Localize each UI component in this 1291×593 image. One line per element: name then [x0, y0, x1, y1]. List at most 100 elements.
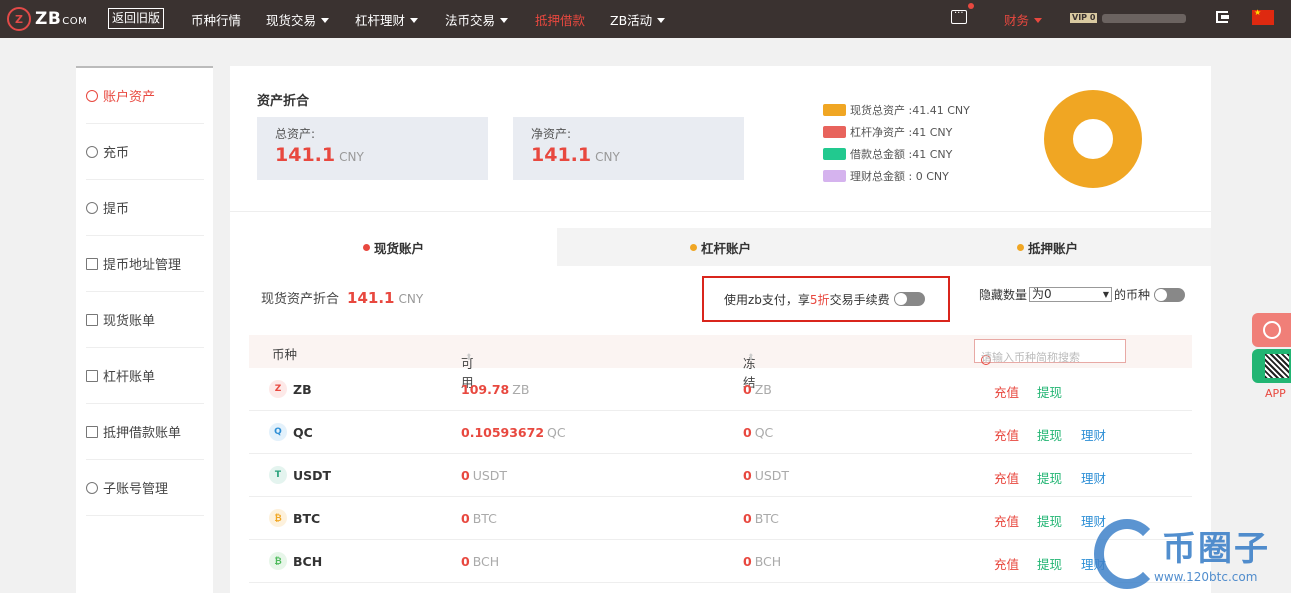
coin-unit: BTC — [754, 511, 779, 526]
withdraw-link[interactable]: 提现 — [1037, 511, 1062, 530]
username-masked[interactable] — [1102, 14, 1186, 23]
watermark-url: www.120btc.com — [1154, 570, 1258, 584]
coin-search-input[interactable]: 请输入币种简称搜索 — [974, 339, 1126, 365]
withdraw-link[interactable]: 提现 — [1037, 382, 1062, 401]
deposit-link[interactable]: 充值 — [994, 425, 1019, 444]
caret-down-icon — [657, 18, 666, 23]
nav-item-market[interactable]: 币种行情 — [191, 10, 241, 29]
zbpay-text-prefix: 使用zb支付，享 — [724, 292, 810, 307]
tab-spot-account[interactable]: 现货账户 — [230, 228, 557, 266]
old-version-button[interactable]: 返回旧版 — [108, 8, 165, 29]
sidebar-item-sub-accounts[interactable]: 子账号管理 — [86, 460, 204, 516]
nav-item-spot-trade[interactable]: 现货交易 — [266, 10, 330, 29]
account-tabs: 现货账户 杠杆账户 抵押账户 — [230, 228, 1211, 266]
sidebar-item-withdraw[interactable]: 提币 — [86, 180, 204, 236]
currency-unit: CNY — [398, 292, 424, 306]
qc-coin-icon: Q — [269, 423, 287, 441]
tab-margin-account[interactable]: 杠杆账户 — [557, 228, 884, 266]
nav-item-label: 法币交易 — [445, 13, 496, 28]
spot-assets-value: 141.1 — [347, 289, 395, 307]
currency-unit: CNY — [339, 150, 364, 164]
frozen-value: 0 — [743, 554, 752, 569]
hide-zero-toggle[interactable] — [1154, 287, 1186, 302]
caret-down-icon — [321, 18, 330, 23]
sidebar-item-margin-bill[interactable]: 杠杆账单 — [86, 348, 204, 404]
withdraw-icon — [86, 201, 98, 214]
legend-item-finance: 理财总金额 : 0 CNY — [823, 165, 970, 187]
withdraw-link[interactable]: 提现 — [1037, 468, 1062, 487]
frozen-value: 0 — [743, 382, 752, 397]
sidebar-item-label: 提币 — [103, 202, 130, 217]
sidebar-item-loan-bill[interactable]: 抵押借款账单 — [86, 404, 204, 460]
available-value: 109.78 — [461, 382, 510, 397]
brand-text: ZB — [35, 9, 62, 29]
table-row: Z ZB 109.78 ZB 0 ZB 充值 提现 — [249, 368, 1192, 411]
caret-down-icon — [500, 18, 509, 23]
available-value: 0 — [461, 511, 470, 526]
watermark: 币圈子 www.120btc.com — [1090, 513, 1290, 593]
deposit-link[interactable]: 充值 — [994, 468, 1019, 487]
account-sidebar: 账户资产 充币 提币 提币地址管理 现货账单 杠杆账单 抵押借款账单 子账号管理 — [76, 66, 213, 593]
sidebar-item-label: 杠杆账单 — [103, 370, 156, 385]
deposit-link[interactable]: 充值 — [994, 554, 1019, 573]
coin-cell: ₿ BCH — [269, 552, 322, 570]
nav-item-collateral-loan[interactable]: 抵押借款 — [535, 10, 585, 29]
tab-dot — [1016, 243, 1024, 251]
tab-label: 现货账户 — [373, 240, 424, 256]
sidebar-item-address-management[interactable]: 提币地址管理 — [86, 236, 204, 292]
frozen-cell: 0 BTC — [743, 511, 779, 526]
qr-code-icon[interactable] — [1252, 349, 1291, 383]
watermark-text: 币圈子 — [1162, 529, 1270, 569]
zbpay-toggle[interactable] — [893, 292, 925, 306]
nav-item-label: 币种行情 — [191, 13, 242, 28]
deposit-link[interactable]: 充值 — [994, 382, 1019, 401]
deposit-link[interactable]: 充值 — [994, 511, 1019, 530]
frozen-cell: 0 ZB — [743, 382, 772, 397]
nav-item-fiat-trade[interactable]: 法币交易 — [445, 10, 509, 29]
legend-swatch — [823, 170, 846, 182]
coin-name: USDT — [293, 467, 332, 483]
bill-icon — [86, 369, 98, 382]
sidebar-item-account-assets[interactable]: 账户资产 — [86, 68, 204, 124]
sidebar-item-deposit[interactable]: 充币 — [86, 124, 204, 180]
finance-link[interactable]: 理财 — [1081, 425, 1106, 444]
bch-coin-icon: ₿ — [269, 552, 287, 570]
nav-item-finance[interactable]: 财务 — [1004, 10, 1043, 29]
message-icon[interactable] — [951, 3, 974, 24]
asset-legend: 现货总资产 :41.41 CNY 杠杆净资产 :41 CNY 借款总金额 :41… — [823, 99, 970, 187]
zb-logo[interactable]: Z ZBCOM — [7, 7, 87, 31]
customer-service-icon[interactable] — [1252, 313, 1291, 347]
finance-link[interactable]: 理财 — [1081, 468, 1106, 487]
usdt-coin-icon: T — [269, 466, 287, 484]
coin-cell: Q QC — [269, 423, 313, 441]
hide-amount-select[interactable]: 为0 — [1029, 287, 1113, 302]
logout-icon[interactable] — [1216, 11, 1229, 23]
caret-down-icon — [1034, 18, 1043, 23]
china-flag-icon[interactable] — [1252, 8, 1274, 25]
nav-item-margin-finance[interactable]: 杠杆理财 — [355, 10, 419, 29]
frozen-cell: 0 USDT — [743, 468, 789, 483]
coin-unit: ZB — [512, 382, 530, 397]
legend-label: 现货总资产 :41.41 CNY — [850, 104, 970, 117]
zb-fee-payment-option: 使用zb支付，享 5折 交易手续费 — [702, 276, 950, 322]
nav-item-zb-events[interactable]: ZB活动 — [610, 10, 666, 29]
sidebar-item-spot-bill[interactable]: 现货账单 — [86, 292, 204, 348]
zb-logo-icon: Z — [7, 7, 31, 31]
hide-label: 隐藏数量 — [979, 288, 1028, 302]
search-placeholder: 请输入币种简称搜索 — [981, 351, 1080, 364]
legend-swatch — [823, 104, 846, 116]
sub-account-icon — [86, 481, 98, 494]
coin-unit: BCH — [754, 554, 782, 569]
available-value: 0 — [461, 468, 470, 483]
tab-collateral-account[interactable]: 抵押账户 — [884, 228, 1211, 266]
coin-unit: QC — [754, 425, 774, 440]
withdraw-link[interactable]: 提现 — [1037, 554, 1062, 573]
available-cell: 109.78 ZB — [461, 382, 529, 397]
withdraw-link[interactable]: 提现 — [1037, 425, 1062, 444]
vip-badge: VIP 0 — [1070, 13, 1098, 23]
watermark-logo-icon — [1094, 519, 1160, 589]
coin-name: ZB — [293, 381, 312, 397]
sidebar-item-label: 现货账单 — [103, 314, 156, 329]
app-download-label[interactable]: APP — [1265, 387, 1286, 400]
frozen-value: 0 — [743, 468, 752, 483]
